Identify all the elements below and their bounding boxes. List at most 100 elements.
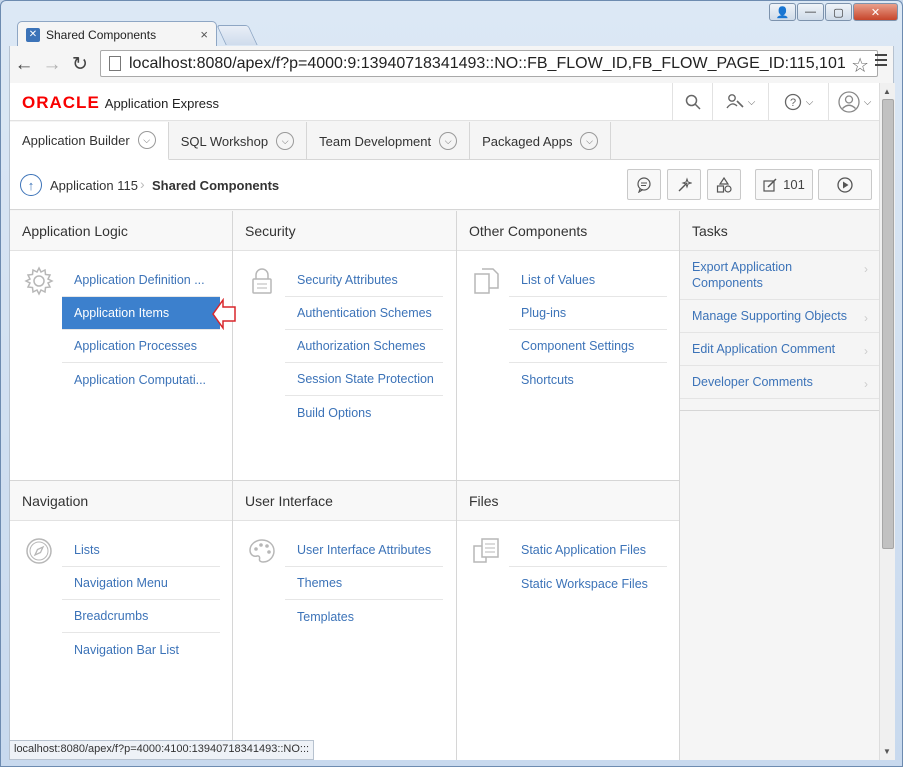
chevron-right-icon: › [864,377,868,391]
link-lists[interactable]: Lists [62,534,220,567]
link-build-options[interactable]: Build Options [285,396,443,429]
vertical-scrollbar[interactable]: ▲ ▼ [879,83,895,760]
task-edit-application-comment[interactable]: Edit Application Comment › [680,333,879,366]
components-grid: Application Logic Application Definition… [10,211,680,760]
comments-button[interactable] [627,169,661,200]
tab-packaged-apps[interactable]: Packaged Apps ⌵ [470,122,612,160]
play-icon [837,176,853,193]
task-manage-supporting-objects[interactable]: Manage Supporting Objects › [680,300,879,333]
new-tab-button[interactable] [216,25,258,45]
search-button[interactable] [672,83,712,121]
wand-icon [678,176,692,191]
chevron-down-icon[interactable]: ⌵ [137,131,156,149]
link-templates[interactable]: Templates [285,600,443,633]
link-session-state-protection[interactable]: Session State Protection [285,363,443,396]
files-icon [473,538,499,563]
link-navigation-bar-list[interactable]: Navigation Bar List [62,633,220,666]
tasks-title: Tasks [680,211,879,251]
link-list-of-values[interactable]: List of Values [509,264,667,297]
browser-menu-icon[interactable] [875,54,887,69]
breadcrumb: ↑ Application 115 › Shared Components 10… [10,160,879,210]
person-icon[interactable]: 👤 [769,3,796,21]
edit-icon [763,177,777,192]
region-title: User Interface [233,481,456,521]
edit-page-button[interactable]: 101 [755,169,813,200]
link-list: Lists Navigation Menu Breadcrumbs Naviga… [62,534,220,666]
shared-components-button[interactable] [707,169,741,200]
link-list: Static Application Files Static Workspac… [509,534,667,600]
link-shortcuts[interactable]: Shortcuts [509,363,667,396]
scroll-down-icon[interactable]: ▼ [883,747,891,756]
scroll-thumb[interactable] [882,99,894,549]
chevron-down-icon[interactable]: ⌵ [276,132,295,150]
region-title: Files [457,481,679,521]
tab-team-development[interactable]: Team Development ⌵ [307,122,471,160]
help-icon: ? [784,93,801,111]
brand-text: ORACLE [22,93,100,112]
tab-label: SQL Workshop [180,133,269,149]
admin-menu-button[interactable]: ⌵ [712,83,768,121]
region-title: Navigation [10,481,232,521]
link-static-application-files[interactable]: Static Application Files [509,534,667,567]
address-bar[interactable]: localhost:8080/apex/f?p=4000:9:139407183… [100,50,878,77]
tab-strip: ✕ Shared Components × [11,19,891,47]
link-navigation-menu[interactable]: Navigation Menu [62,567,220,600]
link-application-processes[interactable]: Application Processes [62,330,220,363]
up-arrow-icon[interactable]: ↑ [20,174,42,196]
browser-window: ✕ Shared Components × 👤 — ▢ ✕ ← → ↻ loca… [0,0,903,767]
link-user-interface-attributes[interactable]: User Interface Attributes [285,534,443,567]
oracle-logo[interactable]: ORACLE Application Express [22,93,219,113]
tab-sql-workshop[interactable]: SQL Workshop ⌵ [169,122,308,160]
developer-tools-button[interactable] [667,169,701,200]
link-themes[interactable]: Themes [285,567,443,600]
compass-icon [26,538,52,564]
help-menu-button[interactable]: ? ⌵ [768,83,828,121]
task-label: Edit Application Comment [692,342,836,356]
region-navigation: Navigation Lists Navigation Menu Breadcr… [10,481,233,760]
chevron-down-icon[interactable]: ⌵ [580,132,599,150]
page-icon [109,56,121,71]
run-page-button[interactable] [818,169,872,200]
region-user-interface: User Interface User Interface Attributes… [233,481,457,760]
link-breadcrumbs[interactable]: Breadcrumbs [62,600,220,633]
comment-icon [637,176,651,193]
reload-icon[interactable]: ↻ [66,51,94,79]
chevron-down-icon: ⌵ [863,96,872,108]
bookmark-star-icon[interactable]: ☆ [851,53,869,78]
close-window-button[interactable]: ✕ [853,3,898,21]
tab-title: Shared Components [46,27,157,42]
forward-icon[interactable]: → [38,51,66,79]
tab-label: Packaged Apps [482,133,573,149]
region-files: Files Static Application Files Static Wo… [457,481,680,760]
link-application-items[interactable]: Application Items [62,297,220,330]
tab-close-icon[interactable]: × [200,27,208,42]
link-application-definition[interactable]: Application Definition ... [62,264,220,297]
region-title: Security [233,211,456,251]
link-authorization-schemes[interactable]: Authorization Schemes [285,330,443,363]
back-icon[interactable]: ← [10,51,38,79]
link-static-workspace-files[interactable]: Static Workspace Files [509,567,667,600]
tab-application-builder[interactable]: Application Builder ⌵ [10,122,169,161]
link-security-attributes[interactable]: Security Attributes [285,264,443,297]
maximize-button[interactable]: ▢ [825,3,852,21]
chevron-down-icon[interactable]: ⌵ [439,132,458,150]
link-list: List of Values Plug-ins Component Settin… [509,264,667,396]
minimize-button[interactable]: — [797,3,824,21]
link-authentication-schemes[interactable]: Authentication Schemes [285,297,443,330]
region-application-logic: Application Logic Application Definition… [10,211,233,481]
link-application-computations[interactable]: Application Computati... [62,363,220,396]
user-menu-button[interactable]: ⌵ [828,83,879,121]
url-text: localhost:8080/apex/f?p=4000:9:139407183… [129,54,846,72]
task-label: Export Application Components [692,260,793,290]
task-developer-comments[interactable]: Developer Comments › [680,366,879,399]
link-plug-ins[interactable]: Plug-ins [509,297,667,330]
browser-tab[interactable]: ✕ Shared Components × [17,21,217,47]
tab-label: Application Builder [22,132,130,148]
task-export-application-components[interactable]: Export Application Components › [680,251,879,300]
scroll-up-icon[interactable]: ▲ [883,87,891,96]
link-component-settings[interactable]: Component Settings [509,330,667,363]
breadcrumb-parent-link[interactable]: Application 115 [50,178,138,193]
region-other-components: Other Components List of Values Plug-ins… [457,211,680,481]
product-text: Application Express [104,96,219,111]
region-security: Security Security Attributes Authenticat… [233,211,457,481]
